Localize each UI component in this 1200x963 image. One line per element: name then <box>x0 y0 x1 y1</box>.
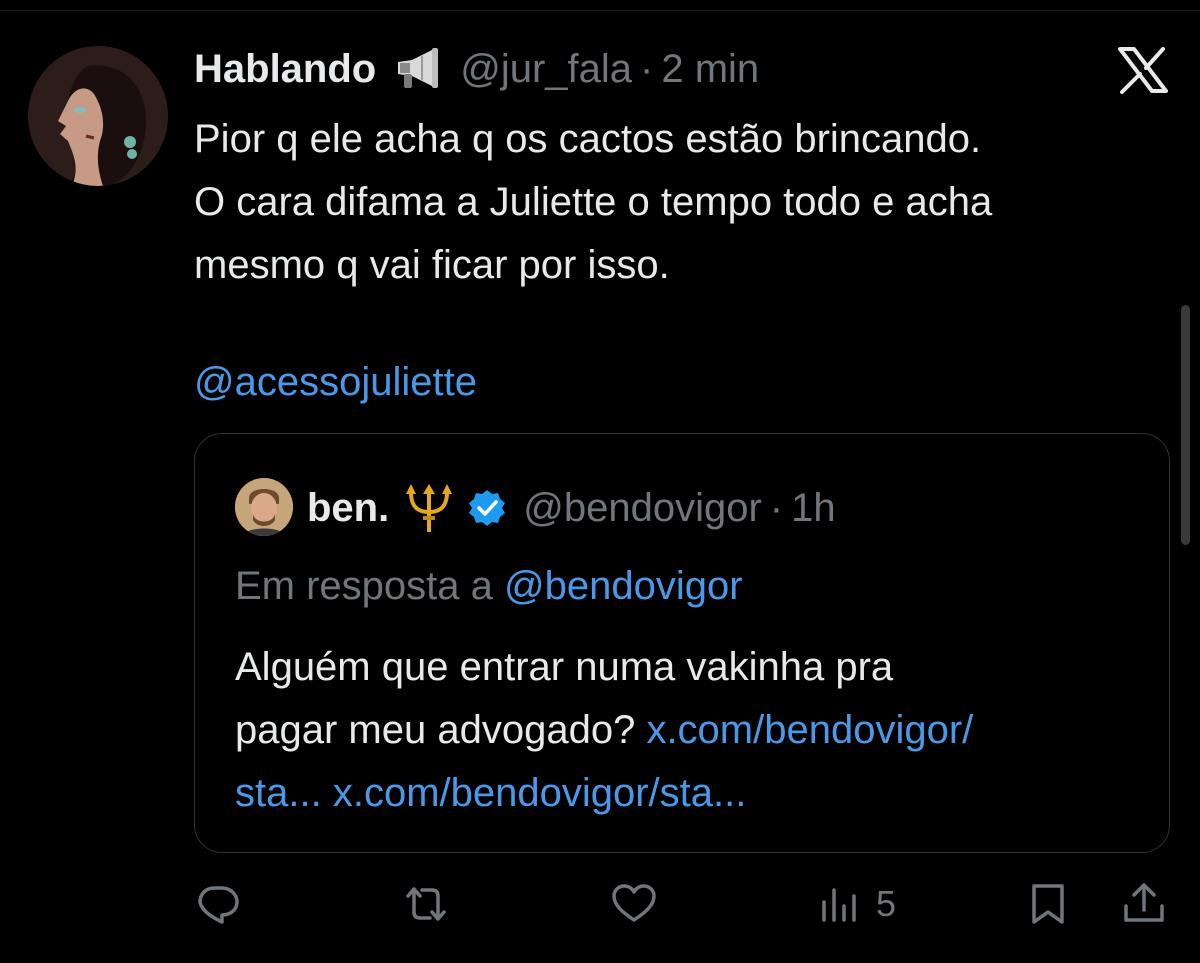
heart-icon <box>612 884 656 922</box>
quoted-link-1-part-b[interactable]: sta... <box>235 771 322 815</box>
quoted-text-line: sta... x.com/bendovigor/sta... <box>235 762 1135 825</box>
quoted-tweet[interactable]: ben. @bendovigor · 1h Em resposta a @ben… <box>194 433 1170 853</box>
x-logo-icon[interactable] <box>1116 46 1170 94</box>
header-separator: · <box>640 46 654 91</box>
scrollbar[interactable] <box>1181 305 1190 545</box>
author-name[interactable]: Hablando <box>194 47 376 92</box>
quoted-text-line: Alguém que entrar numa vakinha pra <box>235 645 894 689</box>
bookmark-icon <box>1032 884 1064 924</box>
tweet-text: Pior q ele acha q os cactos estão brinca… <box>194 108 1174 297</box>
tweet-header: Hablando @jur_fala · 2 min <box>194 44 759 94</box>
bookmark-button[interactable] <box>1024 880 1072 928</box>
retweet-button[interactable] <box>402 880 450 928</box>
reply-to-link[interactable]: @bendovigor <box>504 564 743 608</box>
tweet-actions: 5 <box>0 870 1200 940</box>
author-handle[interactable]: @jur_fala <box>460 47 632 92</box>
quoted-text-line: pagar meu advogado? x.com/bendovigor/ <box>235 699 1135 762</box>
share-button[interactable] <box>1120 880 1168 928</box>
tweet-text-line: Pior q ele acha q os cactos estão brinca… <box>194 117 982 161</box>
reply-button[interactable] <box>194 880 242 928</box>
quoted-link-1-part-a[interactable]: x.com/bendovigor/ <box>646 708 973 752</box>
quoted-text-segment: pagar meu advogado? <box>235 708 636 752</box>
reply-icon <box>198 886 239 924</box>
share-icon <box>1124 883 1164 922</box>
quoted-author-handle[interactable]: @bendovigor <box>523 486 762 531</box>
tweet-text-line: O cara difama a Juliette o tempo todo e … <box>194 180 993 224</box>
quoted-author-name[interactable]: ben. <box>307 486 389 531</box>
megaphone-icon <box>398 48 439 88</box>
tweet-text-line: mesmo q vai ficar por isso. <box>194 243 670 287</box>
retweet-icon <box>406 887 446 921</box>
views-count: 5 <box>876 883 897 924</box>
quoted-tweet-time[interactable]: 1h <box>791 486 836 531</box>
verified-badge-icon <box>469 490 506 526</box>
quoted-link-2[interactable]: x.com/bendovigor/sta... <box>333 771 747 815</box>
reply-prefix: Em resposta a <box>235 564 493 608</box>
mention-link[interactable]: @acessojuliette <box>194 352 477 412</box>
quoted-tweet-header: ben. @bendovigor · 1h <box>307 478 836 538</box>
views-icon <box>822 888 856 922</box>
top-divider <box>0 0 1200 11</box>
quoted-author-avatar[interactable] <box>235 478 293 536</box>
quoted-header-separator: · <box>769 485 784 530</box>
author-avatar[interactable] <box>28 46 168 186</box>
views-button[interactable]: 5 <box>818 880 896 928</box>
like-button[interactable] <box>610 880 658 928</box>
trident-icon <box>406 484 453 532</box>
reply-context: Em resposta a @bendovigor <box>235 558 743 614</box>
tweet-time[interactable]: 2 min <box>661 47 759 92</box>
quoted-tweet-text: Alguém que entrar numa vakinha pra pagar… <box>235 636 1135 825</box>
